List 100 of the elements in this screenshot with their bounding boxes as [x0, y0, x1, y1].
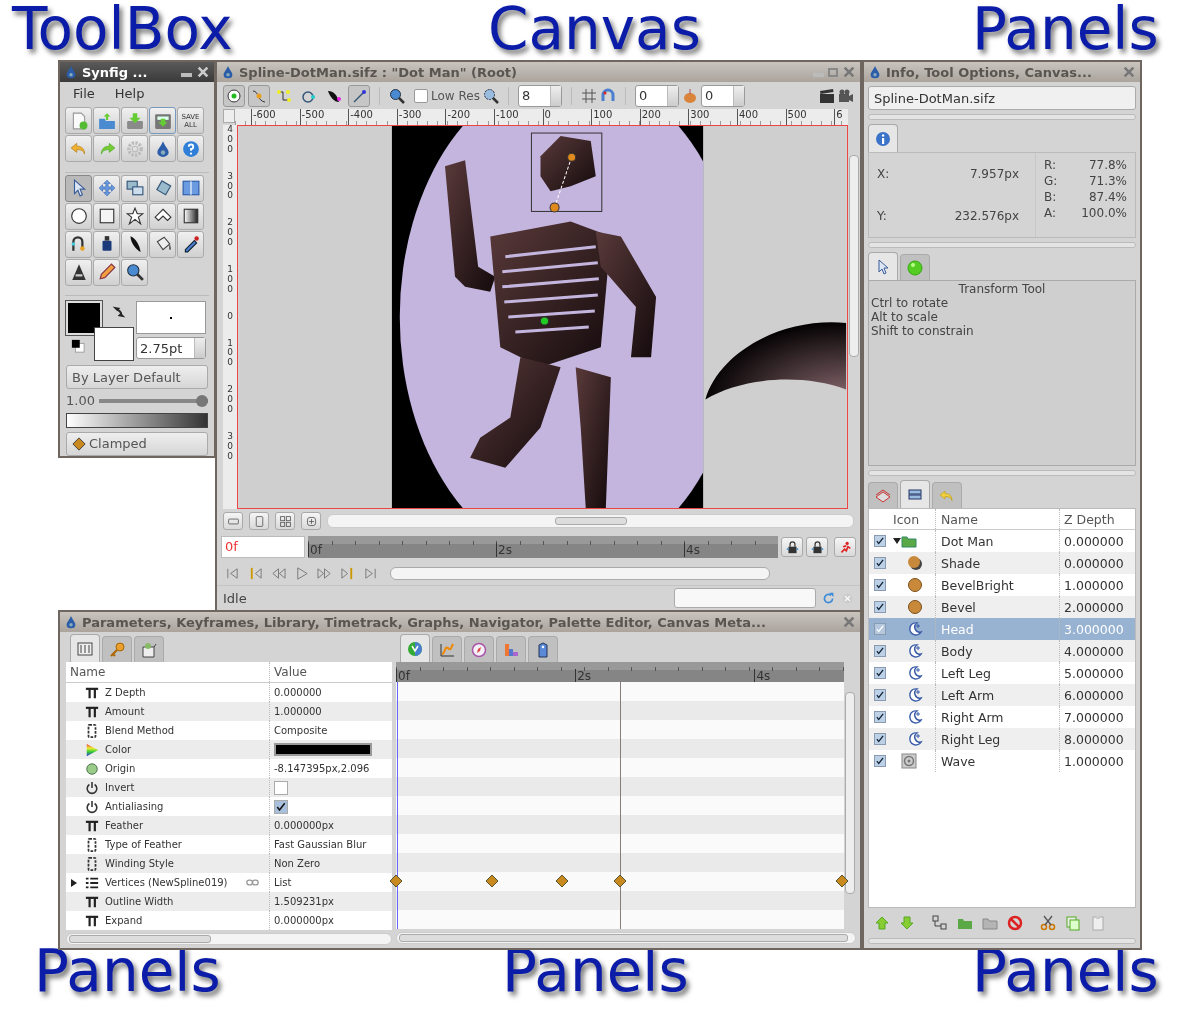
ruler-label: -100: [493, 109, 543, 125]
ruler-label: 300: [688, 109, 737, 125]
hint-text: Ctrl to rotate: [871, 296, 950, 310]
ruler-label: 100: [591, 109, 640, 125]
z-depth-value: 3.000000: [1063, 621, 1125, 637]
parameter-name: Z Depth: [105, 687, 146, 698]
time-ruler[interactable]: 0f 2s 4s: [308, 536, 778, 558]
layer-row[interactable]: Right Leg 8.000000: [869, 728, 1135, 750]
past-onion-field[interactable]: 0: [634, 84, 679, 107]
file-dropdown[interactable]: Spline-DotMan.sifz: [868, 86, 1136, 110]
z-depth-value: 0.000000: [1063, 533, 1125, 549]
caption: ToolBox: [12, 0, 233, 58]
field-value: 232.576px: [954, 209, 1019, 223]
layer-name: Right Leg: [936, 728, 1060, 750]
parameter-name: Invert: [105, 782, 135, 793]
window-title: Info, Tool Options, Canvas...: [886, 64, 1092, 80]
time-ruler[interactable]: 0f 2s 4s: [396, 662, 844, 682]
z-depth-value: 2.000000: [1063, 599, 1125, 615]
layer-row[interactable]: Bevel 2.000000: [869, 596, 1135, 618]
field-label: X:: [877, 167, 890, 181]
parameter-name: Type of Feather: [105, 839, 182, 850]
time-label: 4s: [684, 543, 700, 557]
tool-name: Transform Tool: [957, 282, 1047, 296]
layer-row[interactable]: Wave 1.000000: [869, 750, 1135, 772]
column-header[interactable]: Z Depth: [1060, 511, 1135, 527]
parameter-value[interactable]: Fast Gaussian Blur: [274, 839, 367, 850]
field-value: 100.0%: [1081, 205, 1127, 221]
ruler-label: 200: [226, 385, 234, 415]
caption: Panels: [972, 942, 1159, 1000]
field-value: 7.957px: [969, 167, 1019, 181]
layer-row[interactable]: Body 4.000000: [869, 640, 1135, 662]
caption: Canvas: [488, 0, 701, 58]
ruler-label: 200: [226, 218, 234, 248]
parameter-value[interactable]: 0.000000px: [274, 915, 334, 926]
ruler-label: 300: [226, 171, 234, 202]
ruler-label: 500: [785, 109, 835, 125]
parameter-name: Amount: [105, 706, 145, 717]
parameter-value[interactable]: 0.000000: [274, 687, 322, 698]
parameter-value[interactable]: Composite: [274, 725, 328, 736]
window-title: Spline-DotMan.sifz : "Dot Man" (Root): [239, 64, 518, 80]
column-header[interactable]: Name: [936, 509, 1060, 529]
column-header[interactable]: Icon: [891, 509, 936, 529]
z-depth-value: 7.000000: [1063, 709, 1125, 725]
parameter-value[interactable]: Non Zero: [274, 858, 321, 869]
column-header[interactable]: Value: [270, 665, 380, 679]
column-header[interactable]: Name: [66, 662, 270, 682]
blend-method-dropdown[interactable]: By Layer Default: [66, 365, 208, 390]
low-res-label: Low Res: [431, 88, 480, 103]
opacity-reading: 1.00: [66, 393, 95, 409]
field-label: Y:: [877, 209, 887, 223]
parameter-value[interactable]: 1.509231px: [274, 896, 334, 907]
ruler-label: 100: [226, 338, 234, 369]
ruler-label: -600: [251, 109, 300, 125]
caption: Panels: [34, 942, 221, 1000]
z-depth-value: 4.000000: [1063, 643, 1125, 659]
caption: Panels: [972, 0, 1159, 58]
parameter-value[interactable]: -8.147395px,2.096: [274, 763, 370, 774]
ruler-label: -500: [299, 109, 349, 125]
ruler-label: 100: [226, 265, 234, 295]
z-depth-value: 0.000000: [1063, 555, 1125, 571]
time-label: 2s: [496, 543, 512, 557]
parameter-name: Expand: [105, 915, 143, 926]
ruler-label: 400: [736, 109, 786, 125]
window-title: Parameters, Keyframes, Library, Timetrack, Graphs, Navigator, Palette Editor, Canvas Meta...: [82, 614, 766, 630]
parameter-name: Blend Method: [105, 725, 175, 736]
z-depth-value: 1.000000: [1063, 753, 1125, 769]
layer-name: Body: [936, 640, 1060, 662]
ruler-label: 300: [226, 431, 234, 462]
menu-item[interactable]: Help: [114, 86, 145, 101]
interpolation-dropdown[interactable]: Clamped: [66, 431, 208, 456]
parameter-value[interactable]: 0.000000px: [274, 820, 334, 831]
ruler-label: 0: [226, 311, 234, 322]
menu-item[interactable]: File: [73, 86, 95, 101]
parameter-value[interactable]: List: [274, 877, 292, 888]
ruler-label: -300: [396, 109, 446, 125]
z-depth-value: 1.000000: [1063, 577, 1125, 593]
future-onion-field[interactable]: 0: [700, 84, 745, 107]
field-value: 77.8%: [1088, 157, 1127, 173]
caption: Panels: [502, 942, 689, 1000]
layer-row[interactable]: Shade 0.000000: [869, 552, 1135, 574]
field-label: R:: [1044, 157, 1056, 173]
time-field[interactable]: 0f: [221, 536, 305, 558]
field-value: 71.3%: [1088, 173, 1127, 189]
window-title: Synfig ...: [82, 64, 148, 80]
quality-field[interactable]: 8: [517, 84, 562, 107]
parameter-name: Winding Style: [105, 858, 174, 869]
stroke-width-field[interactable]: 2.75pt: [136, 337, 206, 360]
parameter-name: Antialiasing: [105, 801, 164, 812]
field-label: A:: [1044, 205, 1057, 221]
ruler-label: 0: [542, 109, 592, 125]
layer-row[interactable]: Left Arm 6.000000: [869, 684, 1135, 706]
parameter-value[interactable]: 1.000000: [274, 706, 322, 717]
field-label: B:: [1044, 189, 1057, 205]
field-label: G:: [1044, 173, 1058, 189]
z-depth-value: 6.000000: [1063, 687, 1125, 703]
layer-name: Left Arm: [936, 684, 1060, 706]
layer-name: Wave: [936, 750, 1060, 772]
hint-text: Alt to scale: [871, 310, 939, 324]
z-depth-value: 5.000000: [1063, 665, 1125, 681]
parameter-name: Color: [105, 744, 132, 755]
